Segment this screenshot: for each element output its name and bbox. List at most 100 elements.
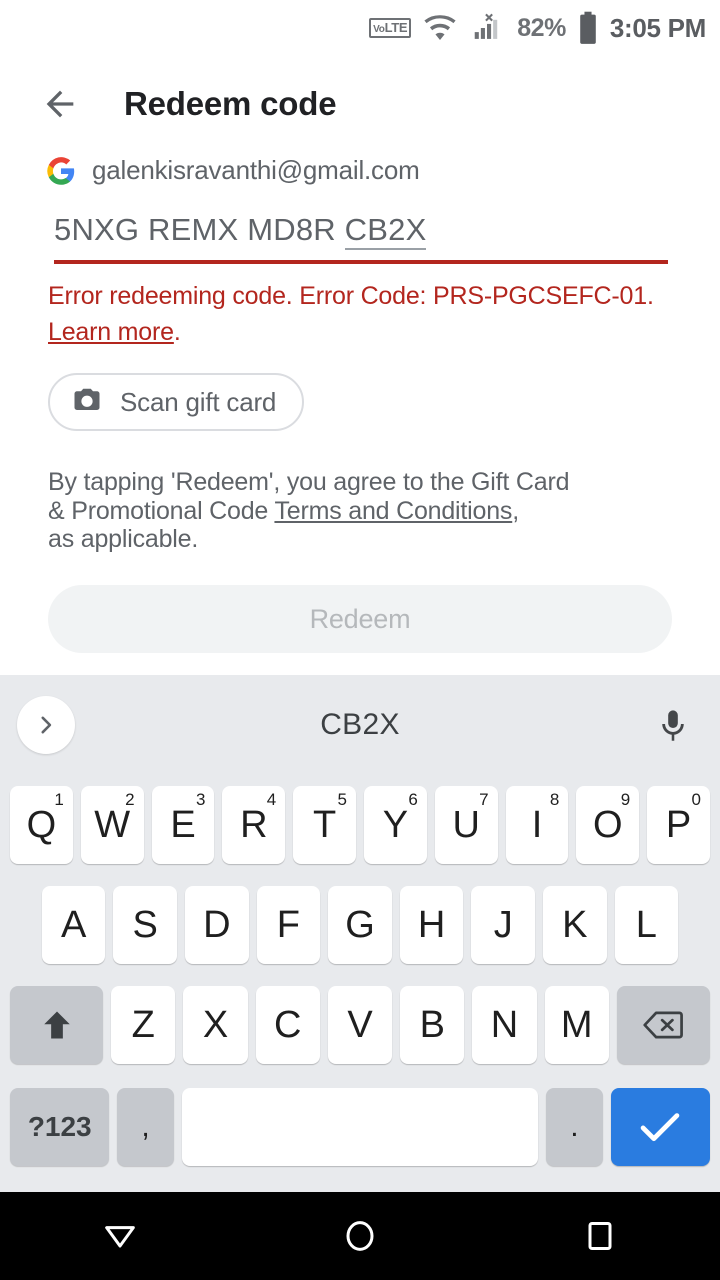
symbols-key[interactable]: ?123 — [10, 1088, 110, 1166]
key-e[interactable]: 3E — [151, 786, 215, 864]
battery-icon — [578, 11, 598, 45]
comma-key-label: , — [141, 1110, 150, 1143]
code-plain-part: 5NXG REMX MD8R — [54, 212, 345, 247]
scan-gift-card-label: Scan gift card — [120, 386, 277, 417]
code-spellchecked-part: CB2X — [344, 212, 427, 250]
key-f[interactable]: F — [256, 886, 321, 964]
period-key[interactable]: . — [546, 1088, 603, 1166]
keyboard-row-2: A S D F G H J K L — [0, 875, 720, 975]
key-h[interactable]: H — [399, 886, 464, 964]
period-key-label: . — [570, 1110, 579, 1143]
key-k-label: K — [562, 903, 588, 946]
space-key[interactable] — [181, 1088, 539, 1166]
app-screen: VoLTE 82% 3:05 PM Redeem code galenkisra… — [0, 0, 720, 1280]
key-o[interactable]: 9O — [576, 786, 640, 864]
terms-line-2: & Promotional Code Terms and Conditions, — [48, 497, 648, 526]
key-c-label: C — [274, 1003, 302, 1046]
key-m[interactable]: M — [544, 986, 609, 1064]
comma-key[interactable]: , — [117, 1088, 174, 1166]
google-g-icon — [46, 156, 76, 186]
key-l-label: L — [635, 903, 657, 946]
checkmark-icon[interactable] — [610, 1088, 710, 1166]
page-title: Redeem code — [124, 85, 337, 122]
error-trailing-period: . — [173, 318, 181, 346]
key-q-number: 1 — [54, 790, 64, 809]
redeem-code-input[interactable]: 5NXG REMX MD8R CB2X — [54, 212, 668, 264]
key-i-label: I — [531, 803, 543, 846]
key-a-label: A — [60, 903, 87, 946]
terms-text: By tapping 'Redeem', you agree to the Gi… — [48, 468, 648, 554]
key-v[interactable]: V — [327, 986, 393, 1064]
on-screen-keyboard: CB2X 1Q 2W 3E 4R 5T 6Y 7U 8I 9O 0P A S D… — [0, 675, 720, 1192]
keyboard-row-1: 1Q 2W 3E 4R 5T 6Y 7U 8I 9O 0P — [0, 775, 720, 875]
key-n[interactable]: N — [472, 986, 537, 1064]
learn-more-link[interactable]: Learn more — [48, 318, 174, 346]
key-p-number: 0 — [691, 790, 701, 809]
key-z[interactable]: Z — [111, 986, 176, 1064]
terms-line-3: as applicable. — [48, 525, 199, 553]
terms-line-2-suffix: , — [512, 496, 519, 525]
key-b-label: B — [419, 1003, 445, 1046]
key-p[interactable]: 0P — [647, 786, 710, 864]
key-i[interactable]: 8I — [505, 786, 569, 864]
account-email: galenkisravanthi@gmail.com — [92, 155, 420, 185]
suggestion-word[interactable]: CB2X — [0, 675, 720, 775]
android-navigation-bar — [0, 1192, 720, 1280]
key-f-label: F — [276, 903, 301, 946]
key-j-label: J — [493, 903, 513, 946]
key-a[interactable]: A — [41, 886, 106, 964]
key-y-number: 6 — [408, 790, 418, 809]
nav-back-triangle-icon[interactable] — [75, 1192, 165, 1280]
key-i-number: 8 — [549, 790, 560, 809]
key-j[interactable]: J — [471, 886, 535, 964]
key-q[interactable]: 1Q — [10, 786, 73, 864]
app-bar: Redeem code — [0, 62, 720, 146]
key-b[interactable]: B — [400, 986, 465, 1064]
key-u[interactable]: 7U — [434, 786, 498, 864]
status-bar: VoLTE 82% 3:05 PM — [0, 0, 720, 56]
key-l[interactable]: L — [614, 886, 679, 964]
key-h-label: H — [417, 903, 446, 946]
shift-up-arrow-icon[interactable] — [9, 986, 104, 1064]
key-x[interactable]: X — [183, 986, 248, 1064]
key-o-number: 9 — [620, 790, 631, 809]
key-u-number: 7 — [479, 790, 489, 809]
key-w[interactable]: 2W — [80, 786, 144, 864]
volte-suffix: LTE — [384, 20, 408, 35]
error-message: Error redeeming code. Error Code: PRS-PG… — [48, 278, 688, 350]
key-z-label: Z — [131, 1003, 155, 1046]
key-t[interactable]: 5T — [293, 786, 356, 864]
input-error-underline — [54, 260, 668, 264]
symbols-key-label: ?123 — [27, 1111, 92, 1142]
redeem-button-label: Redeem — [309, 603, 411, 634]
battery-percent: 82% — [517, 13, 566, 42]
keyboard-row-4: ?123 , . — [0, 1075, 720, 1179]
redeem-button[interactable]: Redeem — [48, 585, 672, 653]
key-q-label: Q — [26, 803, 57, 846]
key-x-label: X — [202, 1003, 229, 1046]
key-r-label: R — [240, 803, 268, 846]
terms-and-conditions-link[interactable]: Terms and Conditions — [274, 497, 512, 525]
back-arrow-icon[interactable] — [24, 68, 96, 140]
key-m-label: M — [560, 1003, 593, 1046]
key-v-label: V — [347, 1003, 373, 1046]
backspace-icon[interactable] — [616, 986, 711, 1064]
nav-recents-square-icon[interactable] — [555, 1192, 645, 1280]
volte-indicator: VoLTE — [369, 18, 412, 38]
key-s[interactable]: S — [113, 886, 178, 964]
key-u-label: U — [452, 803, 480, 846]
key-y[interactable]: 6Y — [364, 786, 427, 864]
microphone-icon[interactable] — [648, 701, 698, 751]
key-c[interactable]: C — [255, 986, 320, 1064]
keyboard-row-3: Z X C V B N M — [0, 975, 720, 1075]
volte-prefix: Vo — [373, 24, 385, 35]
key-o-label: O — [593, 803, 623, 846]
scan-gift-card-button[interactable]: Scan gift card — [48, 373, 305, 431]
key-k[interactable]: K — [542, 886, 607, 964]
key-n-label: N — [490, 1003, 519, 1046]
key-g[interactable]: G — [328, 886, 392, 964]
key-r[interactable]: 4R — [222, 786, 286, 864]
account-row[interactable]: galenkisravanthi@gmail.com — [46, 155, 420, 186]
nav-home-circle-icon[interactable] — [315, 1192, 405, 1280]
key-d[interactable]: D — [185, 886, 249, 964]
